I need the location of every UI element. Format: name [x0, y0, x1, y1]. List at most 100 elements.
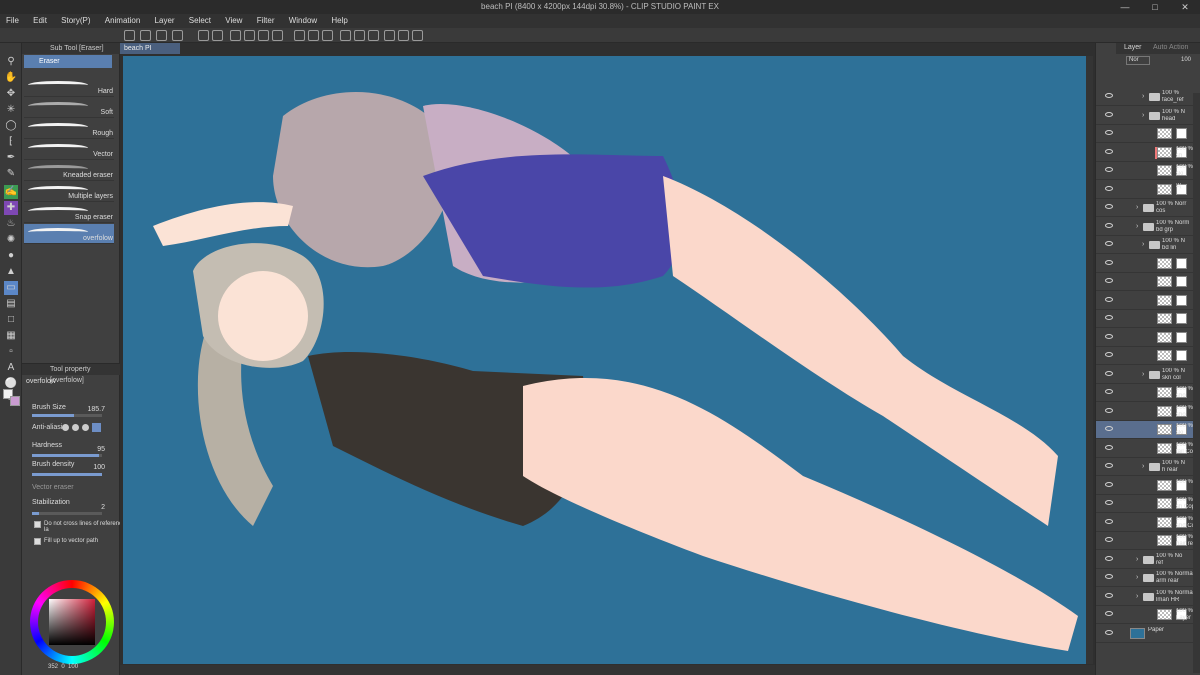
layer-row[interactable]: 2( [1096, 181, 1193, 199]
subtool-group-header[interactable]: Eraser [24, 55, 112, 68]
layer-tab[interactable]: Layer [1124, 44, 1142, 51]
subtool-item-snap[interactable]: Snap eraser [24, 203, 114, 223]
visibility-eye-icon[interactable] [1105, 444, 1113, 450]
layer-row[interactable]: › 100 % Norm bd grp [1096, 218, 1193, 236]
assets-icon[interactable] [412, 30, 423, 41]
folder-expand-icon[interactable]: › [1142, 241, 1144, 248]
visibility-eye-icon[interactable] [1105, 537, 1113, 542]
clear-icon[interactable] [230, 30, 241, 41]
pen-icon[interactable]: ✒ [4, 151, 18, 165]
visibility-eye-icon[interactable] [1105, 222, 1113, 228]
hardness-value[interactable]: 95 [97, 446, 105, 453]
folder-expand-icon[interactable]: › [1136, 593, 1138, 600]
visibility-eye-icon[interactable] [1105, 259, 1113, 265]
folder-expand-icon[interactable]: › [1136, 574, 1138, 581]
subtool-item-soft[interactable]: Soft [24, 98, 114, 118]
saturation-value-square[interactable] [49, 599, 95, 645]
open-icon[interactable] [140, 30, 151, 41]
visibility-eye-icon[interactable] [1105, 481, 1113, 487]
blend-mode-select[interactable]: Nor [1126, 56, 1150, 65]
fill-tool-icon[interactable]: ▲ [4, 265, 18, 279]
layer-row[interactable]: Paper [1096, 625, 1193, 643]
palette-icon[interactable] [398, 30, 409, 41]
layer-row[interactable]: 100 % ski [1096, 162, 1193, 180]
airbrush-icon[interactable]: ♨ [4, 217, 18, 231]
layer-row[interactable]: 100 % sho [1096, 403, 1193, 421]
blend-icon[interactable]: ● [4, 249, 18, 263]
undo-icon[interactable] [198, 30, 209, 41]
density-slider[interactable] [32, 473, 102, 476]
save-icon[interactable] [156, 30, 167, 41]
canvas-horizontal-scrollbar[interactable] [120, 665, 1095, 675]
frame-icon[interactable]: ▦ [4, 329, 18, 343]
visibility-eye-icon[interactable] [1105, 278, 1113, 283]
eraser-icon[interactable]: ▭ [4, 281, 18, 295]
visibility-eye-icon[interactable] [1105, 333, 1113, 339]
move-icon[interactable]: ✥ [4, 87, 18, 101]
visibility-eye-icon[interactable] [1105, 463, 1113, 468]
visibility-eye-icon[interactable] [1105, 518, 1113, 524]
layer-row[interactable]: › 100 % Nhead [1096, 107, 1193, 125]
folder-expand-icon[interactable]: › [1136, 223, 1138, 230]
menu-help[interactable]: Help [325, 14, 353, 28]
visibility-eye-icon[interactable] [1105, 352, 1113, 357]
subtool-item-hard[interactable]: Hard [24, 77, 114, 97]
no-cross-checkbox[interactable] [34, 521, 41, 528]
eyedropper-icon[interactable]: ⁅ [4, 135, 18, 149]
zoom-icon[interactable]: ⚲ [4, 55, 18, 69]
sub-color-swatch[interactable] [10, 396, 20, 406]
anti-alias-none-icon[interactable] [62, 424, 69, 431]
visibility-eye-icon[interactable] [1105, 555, 1113, 561]
folder-expand-icon[interactable]: › [1142, 371, 1144, 378]
density-value[interactable]: 100 [93, 464, 105, 471]
subtool-item-rough[interactable]: Rough [24, 119, 114, 139]
fill-icon[interactable] [258, 30, 269, 41]
visibility-eye-icon[interactable] [1105, 407, 1113, 413]
layer-row[interactable]: 100 % NormalLayer 1 [1096, 606, 1193, 624]
layer-row[interactable]: 100 % 1shd Cop [1096, 514, 1193, 532]
menu-view[interactable]: View [219, 14, 248, 28]
layer-row[interactable]: 100 % !sh [1096, 144, 1193, 162]
layer-row[interactable]: › 100 % Nh rear [1096, 458, 1193, 476]
layer-row[interactable] [1096, 255, 1193, 273]
layer-row[interactable] [1096, 273, 1193, 291]
folder-expand-icon[interactable]: › [1142, 463, 1144, 470]
canvas[interactable] [123, 56, 1086, 664]
layer-row[interactable]: › 100 % Normal arm rear [1096, 569, 1193, 587]
folder-expand-icon[interactable]: › [1142, 112, 1144, 119]
snap-special-ruler-icon[interactable] [368, 30, 379, 41]
decoration-icon[interactable]: ✚ [4, 201, 18, 215]
stabilization-value[interactable]: 2 [101, 504, 105, 511]
ruler-icon[interactable] [340, 30, 351, 41]
visibility-eye-icon[interactable] [1105, 315, 1113, 320]
visibility-eye-icon[interactable] [1105, 389, 1113, 394]
subtool-item-overfolow[interactable]: overfolow [24, 224, 114, 244]
folder-expand-icon[interactable]: › [1136, 556, 1138, 563]
brush-size-slider[interactable] [32, 414, 102, 417]
crop-icon[interactable] [294, 30, 305, 41]
pencil-icon[interactable]: ✎ [4, 167, 18, 181]
layer-row[interactable] [1096, 347, 1193, 365]
layer-row[interactable]: 100 % ski [1096, 421, 1193, 439]
visibility-eye-icon[interactable] [1105, 574, 1113, 579]
layer-row[interactable]: › 100 % Nbd lin [1096, 236, 1193, 254]
new-icon[interactable] [124, 30, 135, 41]
anti-alias-medium-icon[interactable] [82, 424, 89, 431]
transform-icon[interactable] [244, 30, 255, 41]
visibility-eye-icon[interactable] [1105, 592, 1113, 598]
visibility-eye-icon[interactable] [1105, 148, 1113, 154]
tool-property-tab[interactable]: Tool property [overfolow] [22, 364, 120, 384]
layer-row[interactable] [1096, 292, 1193, 310]
layer-scrollbar[interactable] [1193, 93, 1200, 673]
menu-filter[interactable]: Filter [251, 14, 281, 28]
export-icon[interactable] [172, 30, 183, 41]
layer-row[interactable]: › 100 % Nskn col [1096, 366, 1193, 384]
layer-row[interactable]: 100 % 1sh Copy [1096, 495, 1193, 513]
ruler-tool-icon[interactable]: ▫ [4, 345, 18, 359]
fill-vector-checkbox[interactable] [34, 538, 41, 545]
visibility-eye-icon[interactable] [1105, 629, 1113, 635]
brush-icon[interactable]: ✍ [4, 185, 18, 199]
maximize-button[interactable]: □ [1140, 0, 1170, 14]
menu-layer[interactable]: Layer [149, 14, 181, 28]
figure-icon[interactable]: □ [4, 313, 18, 327]
